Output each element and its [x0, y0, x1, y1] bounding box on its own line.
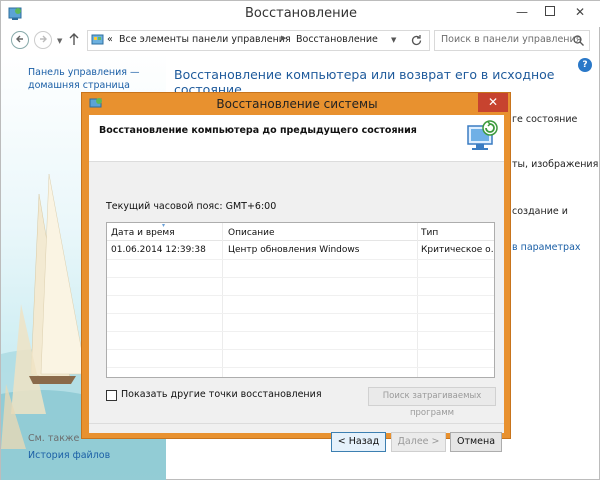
- address-dropdown-icon[interactable]: ▼: [391, 36, 396, 44]
- cancel-button[interactable]: Отмена: [450, 432, 502, 452]
- minimize-button[interactable]: —: [509, 1, 535, 23]
- show-more-restore-points-checkbox[interactable]: [106, 390, 117, 401]
- breadcrumb-overflow[interactable]: «: [107, 34, 113, 45]
- table-row[interactable]: 01.06.2014 12:39:38 Центр обновления Win…: [107, 242, 494, 259]
- background-text-1: ге состояние: [512, 114, 578, 125]
- control-panel-icon: [91, 34, 104, 45]
- dialog-body: Восстановление компьютера до предыдущего…: [89, 115, 504, 452]
- dialog-title: Восстановление системы: [216, 97, 378, 111]
- dialog-header-title: Восстановление компьютера до предыдущего…: [99, 125, 417, 136]
- system-restore-icon: [467, 120, 498, 150]
- column-type[interactable]: Тип: [421, 228, 491, 238]
- background-link-settings[interactable]: в параметрах: [512, 242, 581, 253]
- up-button[interactable]: [68, 31, 84, 49]
- address-bar[interactable]: « Все элементы панели управления ▶ Восст…: [87, 30, 430, 51]
- address-row: ▼ « Все элементы панели управления ▶ Вос…: [1, 27, 600, 53]
- column-description[interactable]: Описание: [228, 228, 418, 238]
- restore-points-list[interactable]: Дата и время ▾ Описание Тип 01.06.2014 1…: [106, 222, 495, 378]
- control-panel-window: Восстановление — ✕ ▼ « Все элементы пане…: [0, 0, 600, 480]
- row-type: Критическое о...: [421, 245, 493, 255]
- timezone-label: Текущий часовой пояс: GMT+6:00: [106, 201, 277, 212]
- sort-arrow-icon: ▾: [162, 222, 166, 229]
- file-history-link[interactable]: История файлов: [28, 450, 110, 461]
- breadcrumb-separator-icon[interactable]: ▶: [281, 34, 286, 42]
- row-date: 01.06.2014 12:39:38: [111, 245, 206, 255]
- control-panel-home-link-line2[interactable]: домашняя страница: [28, 80, 130, 91]
- control-panel-home-link-line1[interactable]: Панель управления —: [28, 67, 140, 78]
- row-divider: [107, 259, 494, 260]
- close-button[interactable]: ✕: [565, 1, 595, 23]
- search-placeholder: Поиск в панели управления: [441, 34, 582, 45]
- back-arrow-icon: [16, 35, 23, 43]
- row-divider: [107, 295, 494, 296]
- background-text-2: ты, изображения: [512, 159, 599, 170]
- back-step-button[interactable]: < Назад: [331, 432, 386, 452]
- refresh-icon[interactable]: [410, 34, 423, 47]
- dialog-footer-divider: [89, 423, 504, 424]
- row-divider: [107, 313, 494, 314]
- row-divider: [107, 349, 494, 350]
- system-restore-dialog: Восстановление системы ✕ Восстановление …: [81, 92, 512, 452]
- search-icon[interactable]: [573, 35, 584, 46]
- up-arrow-icon: [69, 33, 79, 45]
- dialog-titlebar: Восстановление системы ✕: [82, 93, 512, 115]
- show-more-restore-points-label[interactable]: Показать другие точки восстановления: [121, 389, 322, 400]
- row-divider: [107, 331, 494, 332]
- column-date-time[interactable]: Дата и время: [111, 228, 221, 238]
- search-input[interactable]: Поиск в панели управления: [434, 30, 590, 51]
- list-header: Дата и время ▾ Описание Тип: [107, 222, 494, 241]
- row-description: Центр обновления Windows: [228, 245, 360, 255]
- background-text-3: создание и: [512, 206, 568, 217]
- scan-affected-programs-button[interactable]: Поиск затрагиваемых программ: [368, 387, 496, 418]
- breadcrumb-recovery[interactable]: Восстановление: [296, 34, 378, 45]
- next-step-button[interactable]: Далее >: [391, 432, 446, 452]
- back-button[interactable]: [11, 31, 29, 49]
- maximize-icon: [545, 6, 555, 16]
- breadcrumb-all-control-panel-items[interactable]: Все элементы панели управления: [119, 34, 291, 45]
- maximize-button[interactable]: [537, 1, 563, 23]
- window-titlebar: Восстановление — ✕: [1, 1, 600, 27]
- dialog-header: Восстановление компьютера до предыдущего…: [89, 115, 504, 162]
- dialog-close-button[interactable]: ✕: [478, 93, 508, 112]
- see-also-label: См. также: [28, 433, 80, 444]
- row-divider: [107, 367, 494, 368]
- forward-arrow-icon: [40, 35, 47, 43]
- forward-button[interactable]: [34, 31, 52, 49]
- row-divider: [107, 277, 494, 278]
- recent-dropdown-icon[interactable]: ▼: [57, 37, 62, 45]
